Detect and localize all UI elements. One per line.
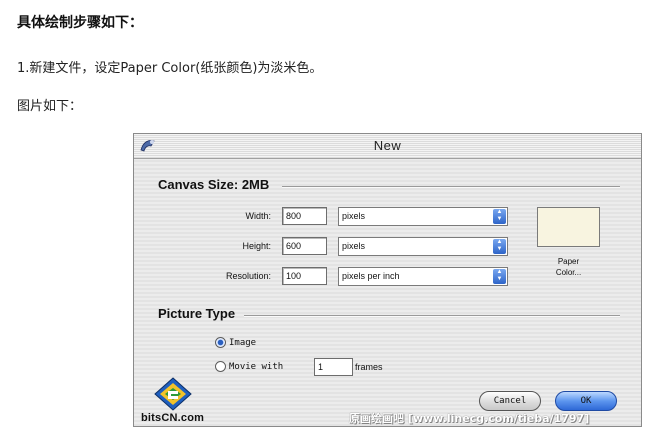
resolution-unit-value: pixels per inch	[342, 271, 400, 281]
resolution-label: Resolution:	[225, 271, 271, 281]
movie-radio-label[interactable]: Movie with	[229, 362, 283, 372]
resolution-unit-select[interactable]: pixels per inch ▲ ▼	[338, 267, 508, 286]
picture-type-divider	[244, 315, 620, 317]
height-label: Height:	[242, 241, 271, 251]
height-unit-select[interactable]: pixels ▲ ▼	[338, 237, 508, 256]
height-field[interactable]: 600	[282, 237, 327, 255]
cancel-button[interactable]: Cancel	[479, 391, 541, 411]
logo-icon	[154, 377, 192, 411]
article-heading: 具体绘制步骤如下：	[17, 15, 143, 31]
dialog-titlebar: New	[134, 134, 641, 159]
width-label: Width:	[245, 211, 271, 221]
movie-radio[interactable]	[215, 361, 226, 372]
resolution-field[interactable]: 100	[282, 267, 327, 285]
select-arrows-icon: ▲ ▼	[493, 269, 506, 284]
article-step-text: 1.新建文件，设定Paper Color(纸张颜色)为淡米色。	[17, 61, 323, 76]
width-unit-select[interactable]: pixels ▲ ▼	[338, 207, 508, 226]
new-document-dialog: New Canvas Size: 2MB Width: 800 pixels ▲…	[133, 133, 642, 427]
canvas-size-heading: Canvas Size: 2MB	[158, 177, 270, 192]
image-radio[interactable]	[215, 337, 226, 348]
picture-type-heading: Picture Type	[158, 306, 236, 321]
ok-button[interactable]: OK	[555, 391, 617, 411]
watermark-text: 原画绘画吧 [www.linecg.com/tieba/1797]	[349, 412, 590, 425]
frames-label: frames	[355, 362, 383, 372]
select-arrows-icon: ▲ ▼	[493, 239, 506, 254]
bitscn-logo: bitsCN.com	[139, 377, 221, 425]
logo-text: bitsCN.com	[141, 412, 205, 424]
paper-color-label[interactable]: Paper Color...	[537, 256, 600, 278]
image-radio-label[interactable]: Image	[229, 338, 256, 348]
frames-field[interactable]: 1	[314, 358, 353, 376]
width-field[interactable]: 800	[282, 207, 327, 225]
dialog-title: New	[373, 138, 402, 153]
width-unit-value: pixels	[342, 211, 366, 221]
height-unit-value: pixels	[342, 241, 366, 251]
article-caption: 图片如下：	[17, 99, 83, 114]
canvas-size-divider	[282, 186, 620, 188]
paper-color-swatch[interactable]	[537, 207, 600, 247]
select-arrows-icon: ▲ ▼	[493, 209, 506, 224]
